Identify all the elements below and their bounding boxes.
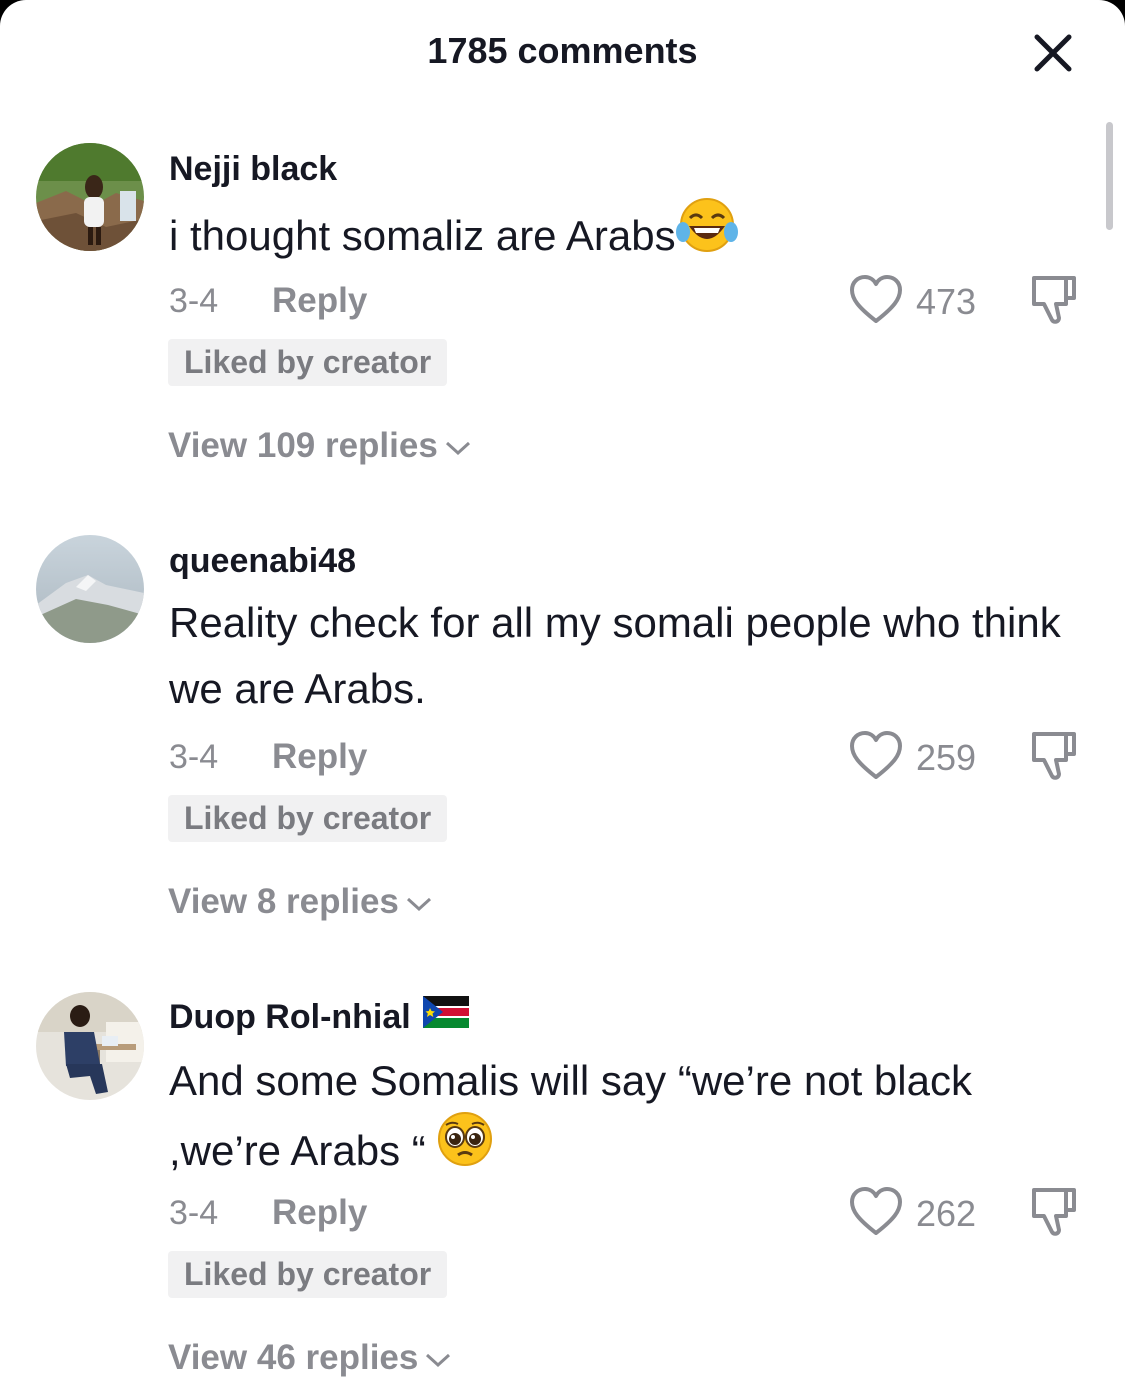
comment-date: 3-4 (169, 738, 219, 776)
avatar-photo (36, 992, 144, 1100)
view-replies-label: View 46 replies (168, 1338, 419, 1377)
like-count: 473 (916, 281, 977, 322)
comment-body: And some Somalis will say “we’re not bla… (169, 1057, 972, 1174)
close-icon (1034, 34, 1072, 72)
pleading-face-emoji-icon (436, 1110, 494, 1189)
username-text: Duop Rol-nhial (169, 998, 411, 1036)
view-replies-label: View 109 replies (168, 426, 438, 465)
thumbs-down-icon (1032, 1188, 1076, 1236)
comment-text: i thought somaliz are Arabs (169, 198, 1079, 273)
avatar-photo (36, 535, 144, 643)
chevron-down-icon (405, 882, 433, 922)
close-button[interactable] (1028, 28, 1078, 78)
dislike-button[interactable] (1026, 728, 1082, 784)
heart-outline-icon (850, 731, 902, 779)
avatar[interactable] (36, 143, 144, 251)
dislike-button[interactable] (1026, 272, 1082, 328)
view-replies-label: View 8 replies (168, 882, 399, 921)
comment-username[interactable]: Nejji black (169, 150, 337, 189)
chevron-down-icon (424, 1338, 452, 1378)
liked-by-creator-badge: Liked by creator (168, 795, 448, 842)
like-button[interactable] (848, 730, 904, 782)
view-replies-button[interactable]: View 8 replies (168, 882, 433, 922)
avatar[interactable] (36, 535, 144, 643)
thumbs-down-icon (1032, 732, 1076, 780)
comment-username[interactable]: Duop Rol-nhial (169, 995, 469, 1037)
dislike-button[interactable] (1026, 1184, 1082, 1240)
comment-username[interactable]: queenabi48 (169, 542, 356, 581)
comment-text: And some Somalis will say “we’re not bla… (169, 1046, 1079, 1189)
like-count: 259 (916, 737, 977, 778)
avatar-photo (36, 143, 144, 251)
thumbs-down-icon (1032, 276, 1076, 324)
south-sudan-flag-icon (422, 995, 469, 1037)
liked-by-creator-badge: Liked by creator (168, 339, 448, 386)
comment-date: 3-4 (169, 282, 219, 320)
like-button[interactable] (848, 1186, 904, 1238)
tears-of-joy-emoji-icon (675, 196, 738, 273)
comment-body: i thought somaliz are Arabs (169, 212, 676, 259)
comment-text: Reality check for all my somali people w… (169, 599, 1061, 712)
view-replies-button[interactable]: View 46 replies (168, 1338, 452, 1378)
reply-button[interactable]: Reply (272, 737, 367, 777)
scrollbar[interactable] (1106, 122, 1113, 230)
comments-sheet: 1785 comments Nejji black i thought soma… (0, 0, 1125, 1378)
reply-button[interactable]: Reply (272, 281, 367, 321)
like-count: 262 (916, 1193, 977, 1234)
chevron-down-icon (444, 426, 472, 466)
comment-date: 3-4 (169, 1194, 219, 1232)
reply-button[interactable]: Reply (272, 1193, 367, 1233)
like-button[interactable] (848, 274, 904, 326)
heart-outline-icon (850, 275, 902, 323)
comments-count-title: 1785 comments (427, 30, 698, 71)
heart-outline-icon (850, 1187, 902, 1235)
avatar[interactable] (36, 992, 144, 1100)
liked-by-creator-badge: Liked by creator (168, 1251, 448, 1298)
view-replies-button[interactable]: View 109 replies (168, 426, 472, 466)
